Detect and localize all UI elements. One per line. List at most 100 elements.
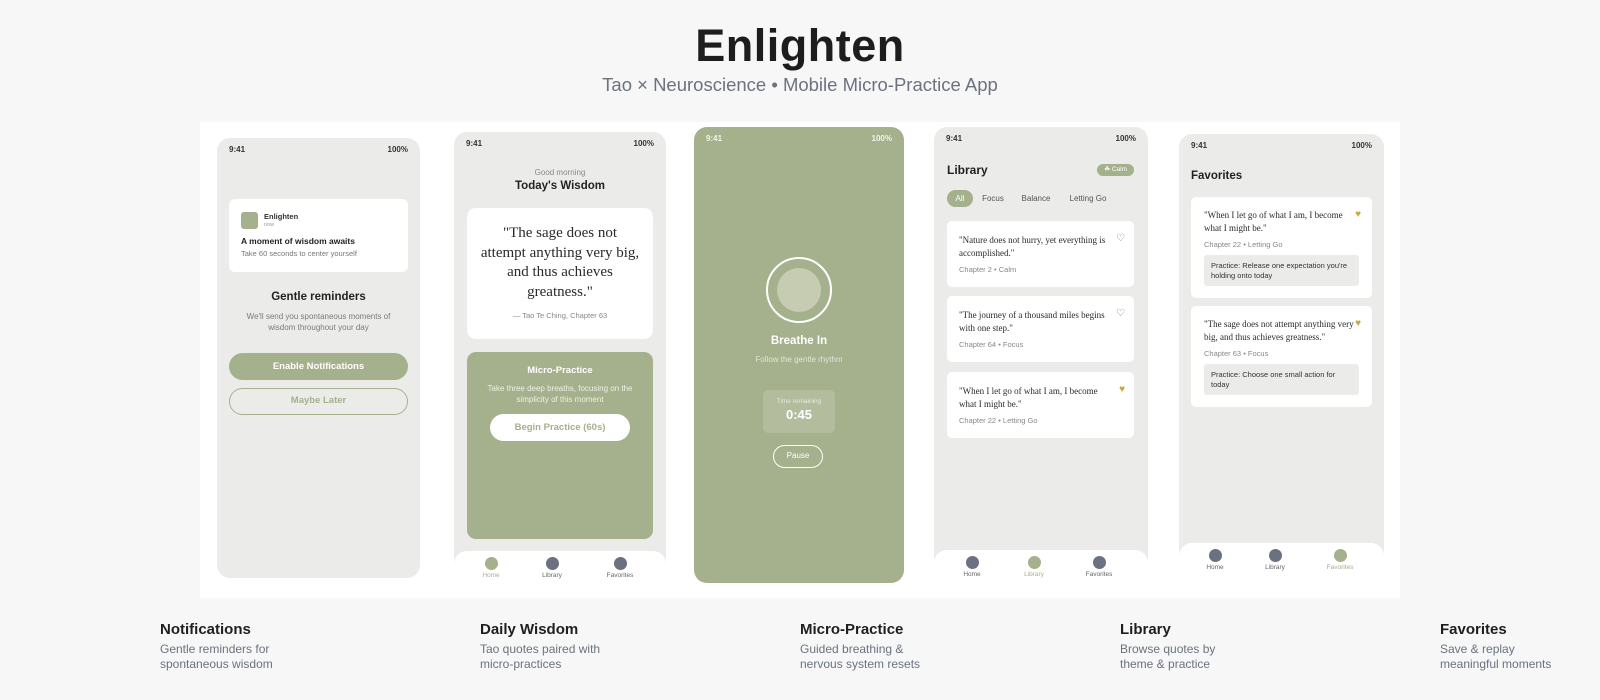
- notification-title: A moment of wisdom awaits: [241, 236, 355, 246]
- filter-chip-all[interactable]: All: [947, 190, 973, 207]
- micro-practice-text: Take three deep breaths, focusing on the…: [487, 384, 633, 404]
- tab-favorites[interactable]: Favorites: [1074, 556, 1124, 578]
- caption-notifications: Notifications Gentle reminders for spont…: [160, 621, 360, 672]
- phone-favorites: 9:41 100% Favorites "When I let go of wh…: [1179, 134, 1384, 576]
- library-title: Library: [947, 163, 988, 177]
- filter-chip-balance[interactable]: Balance: [1016, 190, 1056, 207]
- caption-description: Save & replay meaningful moments: [1440, 642, 1552, 671]
- notification-body: Take 60 seconds to center yourself: [241, 249, 357, 258]
- tab-favorites[interactable]: Favorites: [1315, 549, 1365, 571]
- status-time: 9:41: [229, 145, 246, 154]
- tab-favorites-label: Favorites: [606, 572, 634, 579]
- status-battery: 100%: [633, 139, 654, 148]
- caption-favorites: Favorites Save & replay meaningful momen…: [1440, 621, 1590, 672]
- favorite-card[interactable]: "The sage does not attempt anything very…: [1191, 306, 1372, 407]
- timer-value: 0:45: [785, 407, 813, 422]
- caption-title: Micro-Practice: [800, 621, 904, 638]
- leaf-icon: ☘: [1104, 166, 1112, 173]
- library-meta: Chapter 22 • Letting Go: [959, 416, 1038, 425]
- mood-badge[interactable]: ☘ Calm: [1097, 164, 1134, 176]
- app-icon: [241, 212, 258, 229]
- tab-home[interactable]: Home: [1190, 549, 1240, 571]
- phone-daily-wisdom: 9:41 100% Good morning Today's Wisdom "T…: [454, 132, 666, 584]
- status-bar: 9:41 100%: [1191, 141, 1372, 153]
- favorite-card[interactable]: "When I let go of what I am, I become wh…: [1191, 197, 1372, 298]
- status-bar: 9:41 100%: [466, 139, 654, 151]
- maybe-later-button[interactable]: Maybe Later: [229, 388, 408, 415]
- tab-home[interactable]: Home: [947, 556, 997, 578]
- caption-library: Library Browse quotes by theme & practic…: [1120, 621, 1320, 672]
- todays-wisdom-title: Today's Wisdom: [515, 180, 605, 192]
- status-battery: 100%: [387, 145, 408, 154]
- greeting: Good morning: [534, 168, 586, 177]
- tab-library[interactable]: Library: [1009, 556, 1059, 578]
- breathe-instruction: Breathe In: [770, 335, 828, 347]
- caption-title: Library: [1120, 621, 1171, 638]
- home-icon: [1208, 549, 1222, 562]
- tab-library[interactable]: Library: [1250, 549, 1300, 571]
- reminders-heading: Gentle reminders: [271, 291, 366, 303]
- favorites-title: Favorites: [1191, 170, 1243, 182]
- phone-library: 9:41 100% Library ☘ Calm All Focus Balan…: [934, 127, 1148, 583]
- phone-micro-practice: 9:41 100% Breathe In Follow the gentle r…: [694, 127, 904, 583]
- pause-button[interactable]: Pause: [773, 445, 823, 468]
- status-time: 9:41: [466, 139, 483, 148]
- filter-chip-letting-go[interactable]: Letting Go: [1062, 190, 1114, 207]
- breathe-hint: Follow the gentle rhythm: [755, 355, 843, 364]
- page-title: Enlighten: [695, 20, 905, 71]
- heart-outline-icon[interactable]: ♡: [1116, 308, 1125, 319]
- tab-library-label: Library: [542, 572, 562, 579]
- status-time: 9:41: [1191, 141, 1208, 150]
- home-icon: [965, 556, 979, 569]
- library-icon: [1027, 556, 1041, 569]
- caption-title: Notifications: [160, 621, 251, 638]
- notification-app-name: Enlighten: [264, 212, 299, 221]
- tab-home-label: Home: [482, 572, 500, 579]
- caption-description: Gentle reminders for spontaneous wisdom: [160, 642, 273, 671]
- library-card[interactable]: "The journey of a thousand miles begins …: [947, 296, 1134, 362]
- tab-favorites-label: Favorites: [1085, 571, 1113, 578]
- library-card[interactable]: "Nature does not hurry, yet everything i…: [947, 221, 1134, 287]
- tab-home[interactable]: Home: [466, 557, 516, 579]
- breathing-circle-icon: [766, 257, 832, 323]
- begin-practice-button[interactable]: Begin Practice (60s): [490, 414, 630, 441]
- library-card[interactable]: "When I let go of what I am, I become wh…: [947, 372, 1134, 438]
- page-subtitle: Tao × Neuroscience • Mobile Micro-Practi…: [602, 74, 998, 95]
- tab-library[interactable]: Library: [527, 557, 577, 579]
- quote-card: "The sage does not attempt anything very…: [467, 208, 653, 339]
- timer-label: Time remaining: [776, 398, 822, 405]
- heart-filled-icon[interactable]: ♥: [1355, 318, 1361, 329]
- favorite-meta: Chapter 22 • Letting Go: [1204, 240, 1283, 249]
- filter-chip-focus[interactable]: Focus: [978, 190, 1008, 207]
- timer-box: Time remaining 0:45: [763, 390, 835, 433]
- heart-outline-icon[interactable]: ♡: [1116, 233, 1125, 244]
- favorite-meta: Chapter 63 • Focus: [1204, 349, 1269, 358]
- tab-library-label: Library: [1024, 571, 1044, 578]
- favorites-icon: [613, 557, 627, 570]
- heart-filled-icon[interactable]: ♥: [1119, 384, 1125, 395]
- enable-notifications-button[interactable]: Enable Notifications: [229, 353, 408, 380]
- reminders-description: We'll send you spontaneous moments of wi…: [246, 312, 391, 332]
- favorite-practice: Practice: Choose one small action for to…: [1204, 364, 1359, 395]
- caption-description: Browse quotes by theme & practice: [1120, 642, 1216, 671]
- library-quote: "Nature does not hurry, yet everything i…: [959, 235, 1106, 258]
- notification-time: now: [264, 222, 275, 228]
- status-battery: 100%: [1351, 141, 1372, 150]
- library-meta: Chapter 2 • Calm: [959, 265, 1017, 274]
- phone-notifications: 9:41 100% Enlighten now A moment of wisd…: [217, 138, 420, 578]
- status-bar: 9:41 100%: [229, 145, 408, 157]
- notification-card[interactable]: Enlighten now A moment of wisdom awaits …: [229, 199, 408, 272]
- tab-favorites[interactable]: Favorites: [595, 557, 645, 579]
- favorite-quote: "The sage does not attempt anything very…: [1204, 319, 1354, 342]
- caption-daily-wisdom: Daily Wisdom Tao quotes paired with micr…: [480, 621, 680, 672]
- caption-title: Daily Wisdom: [480, 621, 579, 638]
- tab-library-label: Library: [1265, 564, 1285, 571]
- status-time: 9:41: [706, 134, 723, 143]
- status-bar: 9:41 100%: [946, 134, 1136, 146]
- library-icon: [1268, 549, 1282, 562]
- tab-bar: Home Library Favorites: [454, 551, 666, 584]
- heart-filled-icon[interactable]: ♥: [1355, 209, 1361, 220]
- quote-source: — Tao Te Ching, Chapter 63: [512, 311, 608, 320]
- favorite-quote: "When I let go of what I am, I become wh…: [1204, 210, 1343, 233]
- library-quote: "When I let go of what I am, I become wh…: [959, 386, 1098, 409]
